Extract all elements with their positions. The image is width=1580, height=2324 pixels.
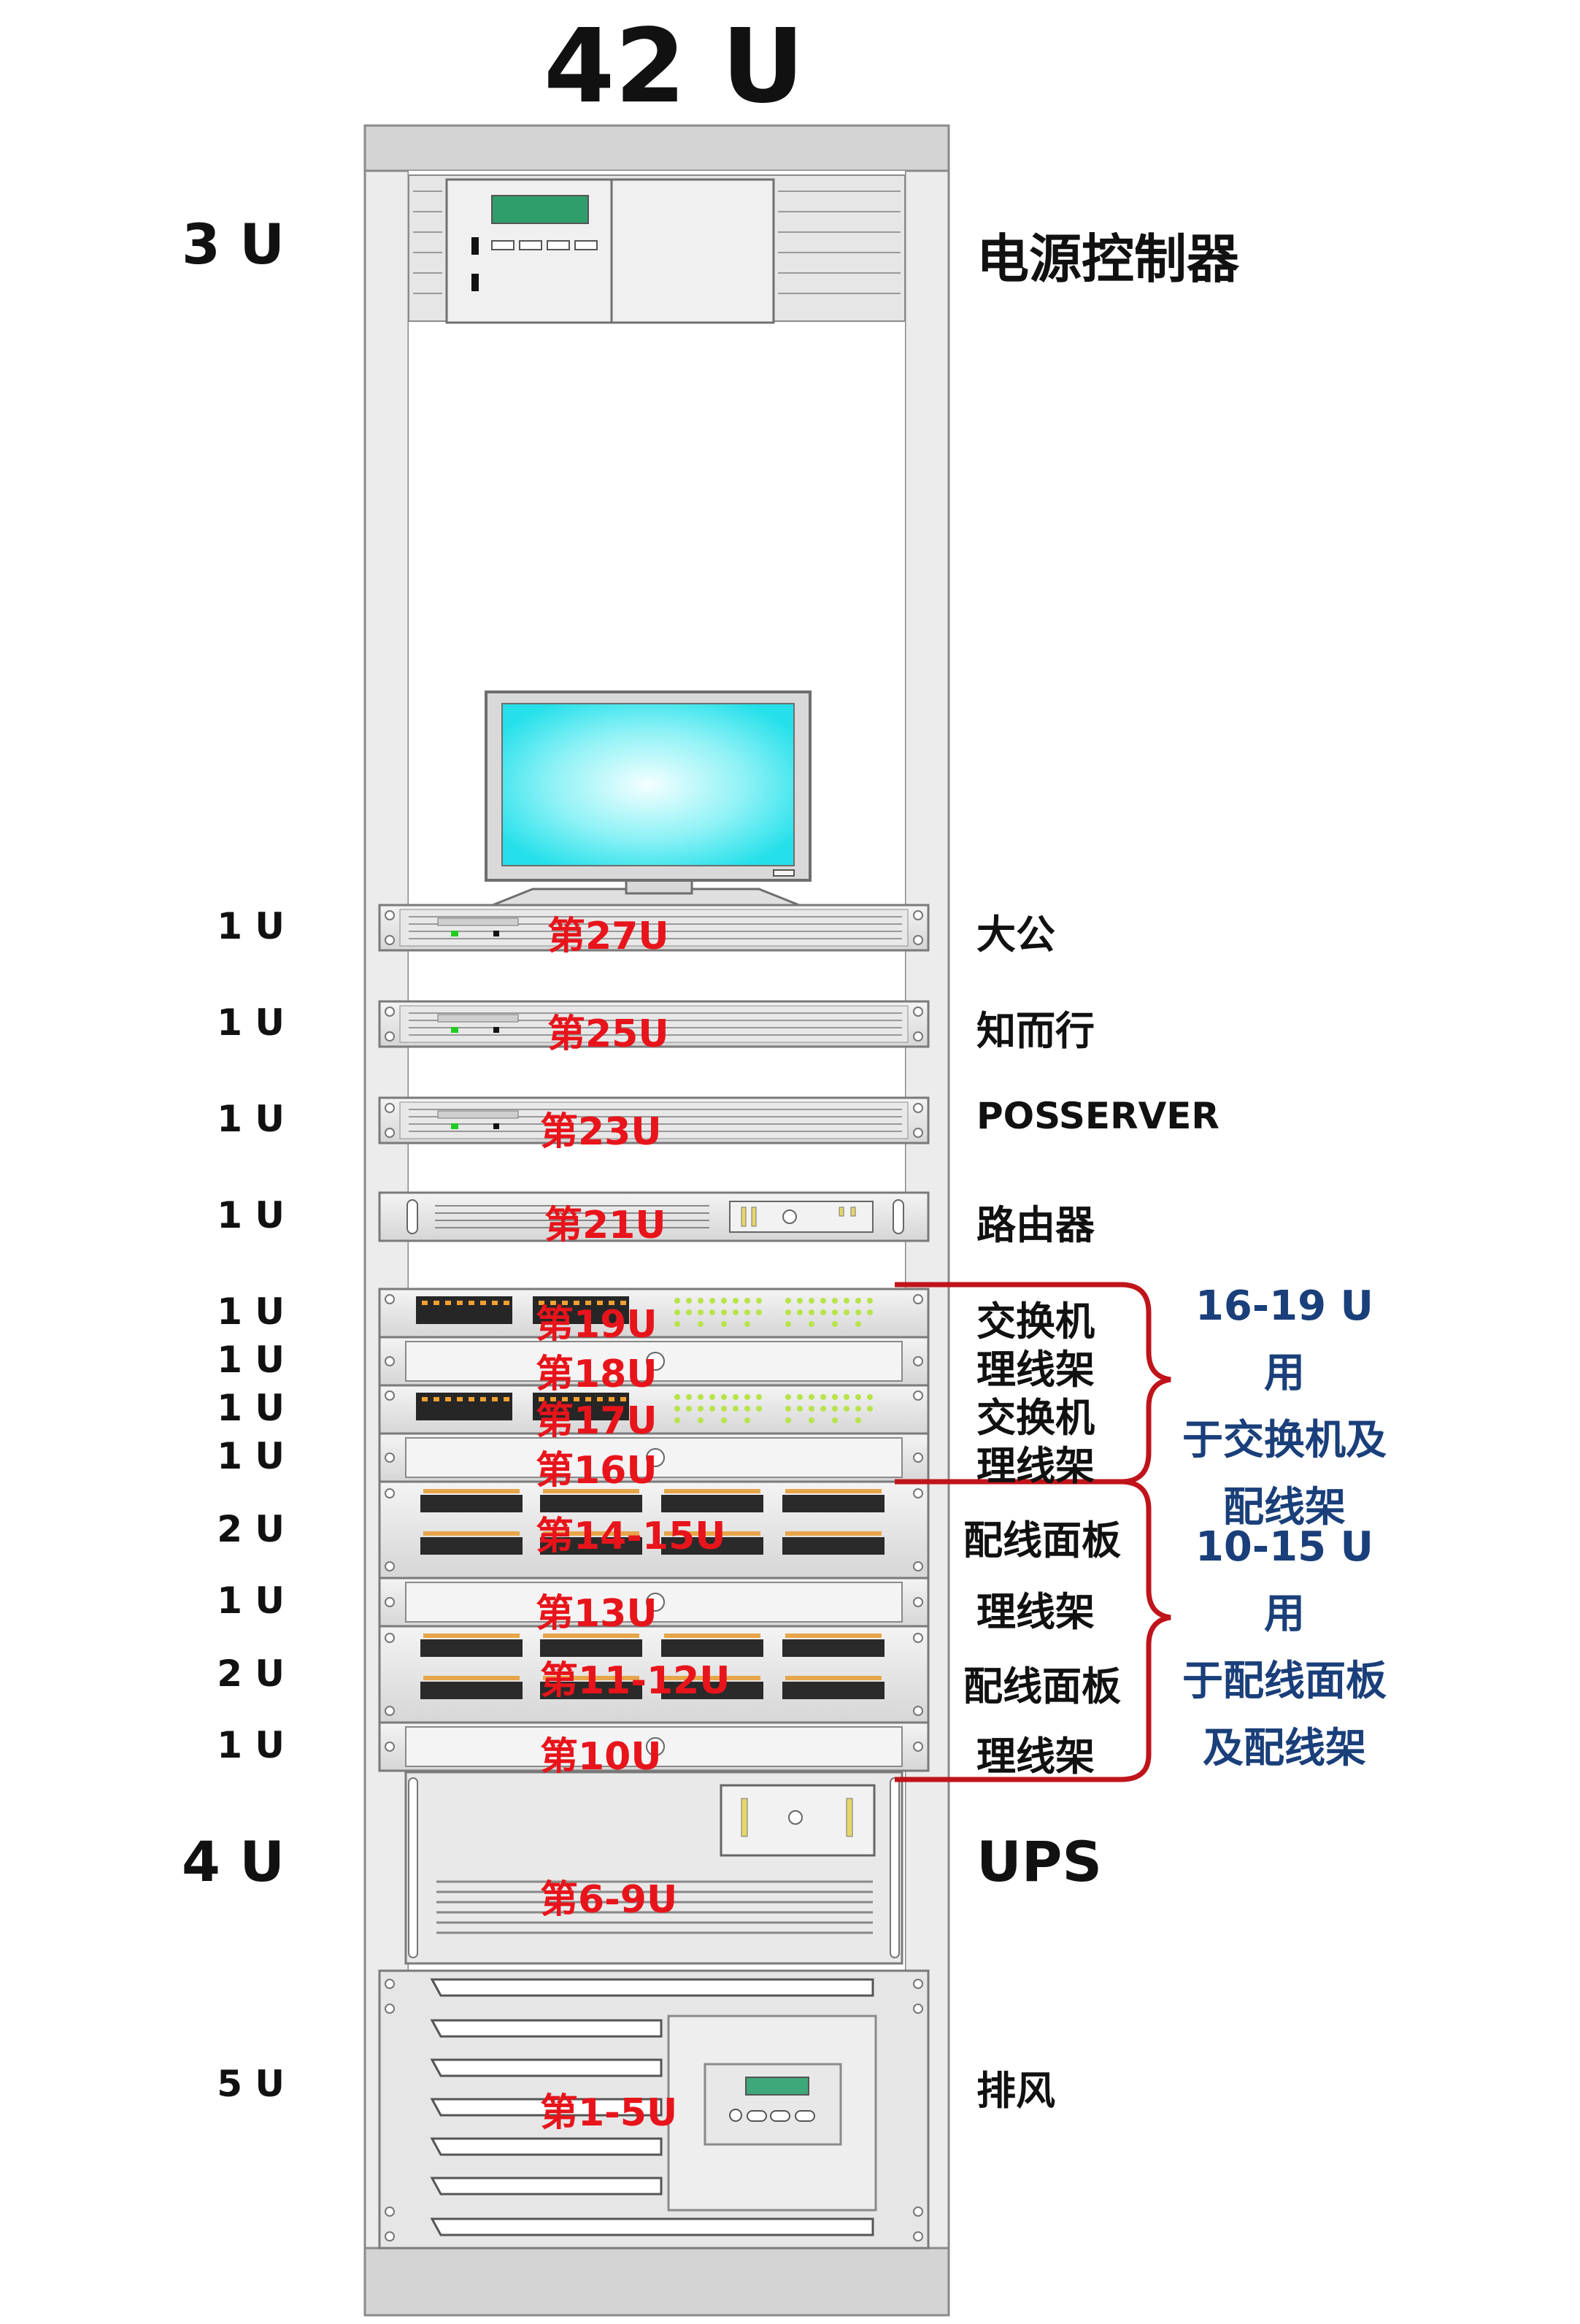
slot-label-27: 第27U <box>547 915 669 958</box>
u-label-cable-10: 1 U <box>217 1724 285 1766</box>
device-label-srv-23: POSSERVER <box>976 1095 1219 1137</box>
ups-unit <box>404 1771 903 1965</box>
u-label-switch-17: 1 U <box>217 1387 285 1429</box>
device-label-patch-11-12: 配线面板 <box>963 1663 1121 1709</box>
device-label-cable-10: 理线架 <box>976 1734 1095 1779</box>
slot-label-25: 第25U <box>547 1012 669 1056</box>
u-label-ups: 4 U <box>181 1829 285 1894</box>
slot-label-11-12: 第11-12U <box>540 1659 731 1703</box>
slot-label-21: 第21U <box>544 1204 666 1247</box>
power-controller <box>408 174 906 324</box>
slot-label-19: 第19U <box>536 1303 658 1347</box>
monitor <box>481 690 812 911</box>
u-label-srv-27: 1 U <box>217 905 285 947</box>
u-label-cable-13: 1 U <box>217 1580 285 1622</box>
device-label-power: 电源控制器 <box>976 228 1240 290</box>
slot-label-10: 第10U <box>540 1735 662 1779</box>
group-note-lower-line2: 于配线面板 <box>1182 1658 1387 1705</box>
group-note-upper-line1: 16-19 U用 <box>1195 1282 1374 1397</box>
device-label-cable-16: 理线架 <box>976 1443 1095 1489</box>
device-label-srv-25: 知而行 <box>976 1008 1095 1054</box>
group-note-lower: 10-15 U用 于配线面板 及配线架 <box>1182 1514 1387 1782</box>
u-label-router-21: 1 U <box>217 1194 285 1236</box>
device-label-cable-13: 理线架 <box>976 1589 1095 1635</box>
u-label-power: 3 U <box>181 212 285 277</box>
u-label-fan: 5 U <box>217 2063 285 2105</box>
u-label-cable-18: 1 U <box>217 1339 285 1381</box>
u-label-srv-25: 1 U <box>217 1001 285 1044</box>
u-label-patch-11-12: 2 U <box>217 1652 285 1695</box>
slot-label-13: 第13U <box>536 1592 658 1636</box>
group-note-upper: 16-19 U用 于交换机及 配线架 <box>1182 1273 1387 1542</box>
device-label-router-21: 路由器 <box>976 1202 1095 1248</box>
slot-label-23: 第23U <box>540 1110 662 1154</box>
rack-title: 42 U <box>544 7 805 126</box>
device-label-ups: UPS <box>976 1829 1103 1894</box>
slot-label-14-15: 第14-15U <box>536 1515 726 1558</box>
u-label-switch-19: 1 U <box>217 1290 285 1333</box>
slot-label-1-5: 第1-5U <box>540 2091 678 2135</box>
monitor-screen <box>501 703 795 866</box>
slot-label-6-9: 第6-9U <box>540 1878 678 1922</box>
u-label-cable-16: 1 U <box>217 1435 285 1477</box>
u-label-srv-23: 1 U <box>217 1098 285 1140</box>
group-note-lower-line1: 10-15 U用 <box>1195 1523 1374 1638</box>
device-label-patch-14-15: 配线面板 <box>963 1517 1121 1563</box>
slot-label-16: 第16U <box>536 1449 658 1493</box>
device-label-srv-27: 大公 <box>976 912 1055 958</box>
group-note-lower-line3: 及配线架 <box>1203 1725 1366 1772</box>
device-label-fan: 排风 <box>976 2068 1055 2114</box>
slot-label-17: 第17U <box>536 1399 658 1443</box>
rack-diagram <box>363 124 1171 2317</box>
u-label-patch-14-15: 2 U <box>217 1508 285 1550</box>
group-note-upper-line2: 于交换机及 <box>1182 1417 1387 1464</box>
